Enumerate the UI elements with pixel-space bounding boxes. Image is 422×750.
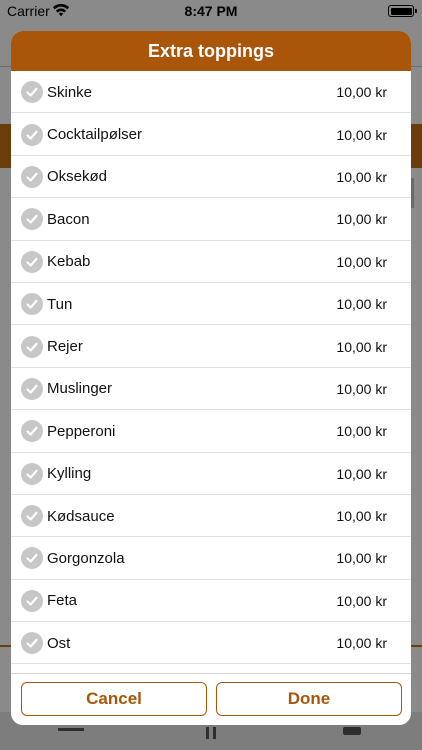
topping-price: 10,00 kr [336,296,387,313]
checkmark-icon[interactable] [21,505,43,528]
topping-name: Skinke [47,83,93,101]
topping-name: Kødsauce [47,507,115,525]
checkmark-icon[interactable] [21,589,43,612]
topping-price: 10,00 kr [336,635,387,652]
topping-name: Ost [47,634,71,652]
topping-name: Kylling [47,465,92,483]
topping-name: Bacon [47,210,90,228]
toppings-list[interactable]: Skinke 10,00 kr Cocktailpølser 10,00 kr Okse… [11,71,411,707]
topping-row[interactable]: Rejer 10,00 kr [11,325,411,369]
topping-price: 10,00 kr [336,423,387,440]
topping-name: Oksekød [47,168,108,186]
topping-price: 10,00 kr [336,253,387,270]
topping-row[interactable]: Feta 10,00 kr [11,580,411,623]
topping-row[interactable]: Gorgonzola 10,00 kr [11,537,411,581]
topping-row[interactable]: Pepperoni 10,00 kr [11,410,411,453]
topping-price: 10,00 kr [336,211,387,228]
topping-row[interactable]: Skinke 10,00 kr [11,71,411,114]
checkmark-icon[interactable] [21,547,43,570]
checkmark-icon[interactable] [21,165,43,188]
topping-price: 10,00 kr [336,126,387,143]
topping-name: Rejer [47,338,83,356]
modal-title: Extra toppings [147,40,274,61]
checkmark-icon[interactable] [21,81,43,104]
modal-header: Extra toppings [11,31,411,71]
topping-row[interactable]: Ost 10,00 kr [11,622,411,665]
checkmark-icon[interactable] [21,377,43,400]
topping-name: Pepperoni [47,422,116,440]
topping-price: 10,00 kr [336,592,387,609]
topping-row[interactable]: Kødsauce 10,00 kr [11,495,411,538]
topping-price: 10,00 kr [336,508,387,525]
topping-price: 10,00 kr [336,550,387,567]
pause-icon-bar [213,727,216,739]
checkmark-icon[interactable] [21,123,43,146]
topping-name: Feta [47,592,78,610]
checkmark-icon[interactable] [21,632,43,655]
topping-price: 10,00 kr [336,168,387,185]
checkmark-icon[interactable] [21,462,43,485]
battery-icon [388,5,417,17]
topping-price: 10,00 kr [336,380,387,397]
topping-row[interactable]: Tun 10,00 kr [11,283,411,326]
topping-row[interactable]: Bacon 10,00 kr [11,198,411,241]
pause-icon [206,727,209,739]
status-bar: Carrier 8:47 PM [0,0,422,24]
topping-name: Kebab [47,253,91,271]
modal-footer: Cancel Done [11,673,411,725]
extra-toppings-modal: Extra toppings Skinke 10,00 kr Cocktailpøl… [11,31,411,725]
cancel-button[interactable]: Cancel [21,682,207,716]
checkmark-icon[interactable] [21,250,43,273]
topping-row[interactable]: Muslinger 10,00 kr [11,368,411,411]
topping-name: Gorgonzola [47,549,125,567]
background-field-edge [411,178,414,208]
checkmark-icon[interactable] [21,335,43,358]
topping-price: 10,00 kr [336,338,387,355]
menu-icon [58,728,84,731]
checkmark-icon[interactable] [21,420,43,443]
topping-name: Tun [47,295,73,313]
topping-row[interactable]: Kebab 10,00 kr [11,241,411,284]
cart-icon [343,727,361,735]
topping-name: Cocktailpølser [47,126,143,144]
topping-price: 10,00 kr [336,465,387,482]
topping-name: Muslinger [47,380,113,398]
topping-price: 10,00 kr [336,84,387,101]
status-time: 8:47 PM [184,3,238,19]
topping-row[interactable]: Kylling 10,00 kr [11,453,411,496]
topping-row[interactable]: Cocktailpølser 10,00 kr [11,113,411,157]
checkmark-icon[interactable] [21,293,43,316]
checkmark-icon[interactable] [21,208,43,231]
done-button[interactable]: Done [216,682,402,716]
topping-row[interactable]: Oksekød 10,00 kr [11,156,411,199]
